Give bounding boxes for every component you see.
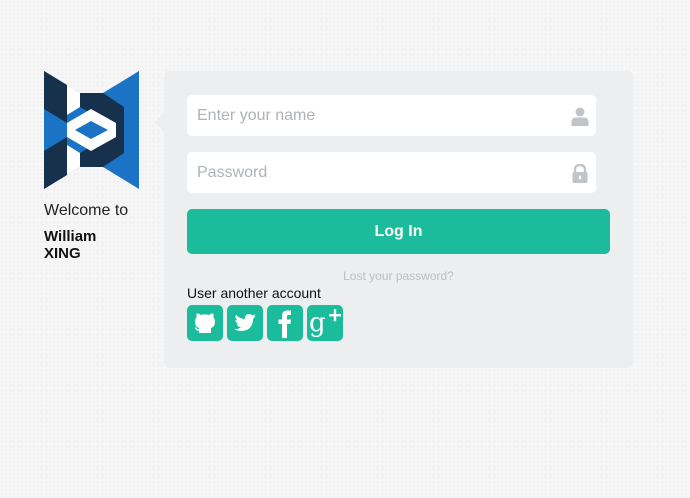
password-input[interactable] [187, 152, 567, 193]
password-field [187, 152, 596, 193]
svg-text:g: g [309, 308, 326, 338]
name-input[interactable] [187, 95, 567, 136]
login-button[interactable]: Log In [187, 209, 610, 254]
login-panel: Log In Lost your password? User another … [155, 71, 633, 368]
facebook-login-button[interactable] [267, 305, 303, 341]
twitter-login-button[interactable] [227, 305, 263, 341]
lost-password-link[interactable]: Lost your password? [187, 269, 610, 283]
google-plus-login-button[interactable]: g [307, 305, 343, 341]
social-login-group: g [187, 305, 347, 341]
name-field [187, 95, 596, 136]
github-login-button[interactable] [187, 305, 223, 341]
app-logo-icon [44, 71, 139, 189]
twitter-icon [234, 314, 256, 331]
app-logo [44, 71, 139, 189]
google-plus-icon: g [309, 308, 341, 338]
facebook-icon [278, 310, 291, 338]
welcome-text: Welcome to [44, 202, 129, 219]
user-name: William XING [44, 228, 97, 262]
github-icon [194, 313, 215, 333]
lock-icon [572, 164, 588, 183]
other-account-label: User another account [187, 285, 321, 301]
user-icon [571, 107, 589, 126]
